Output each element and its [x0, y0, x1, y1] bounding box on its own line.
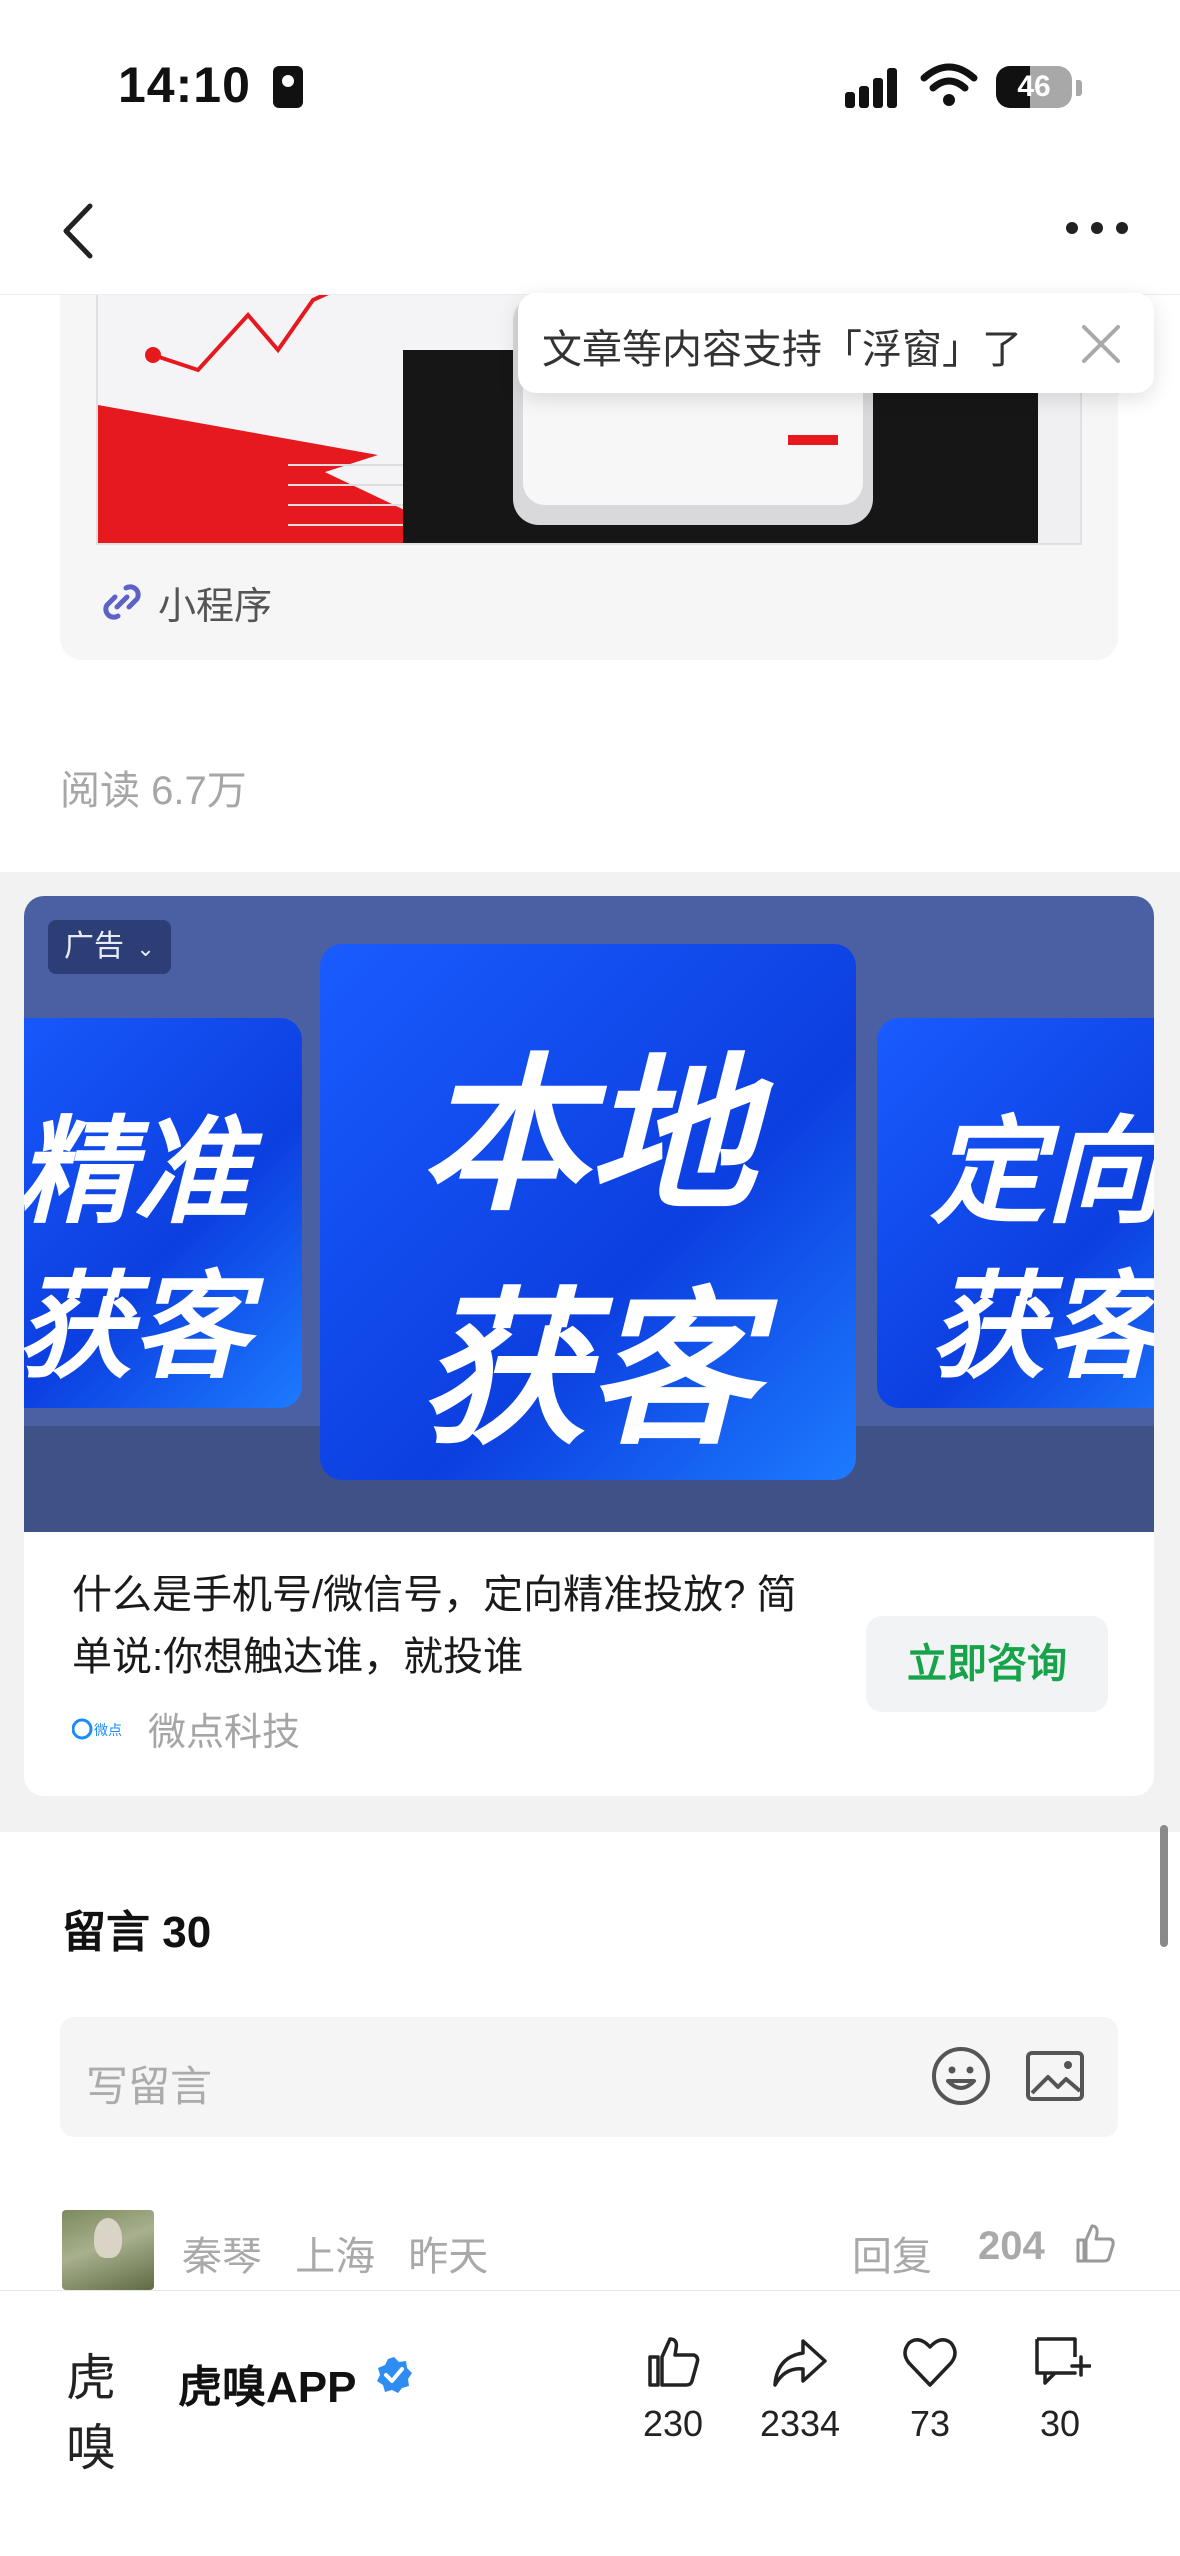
- chevron-down-icon: ⌄: [136, 936, 155, 961]
- ad-cta-button[interactable]: 立即咨询: [866, 1616, 1108, 1712]
- comment-meta: 秦琴 上海 昨天: [182, 2224, 510, 2282]
- battery-cap: [1076, 80, 1082, 96]
- verified-icon: [377, 2357, 412, 2393]
- advertiser-logo-text: 微点: [94, 1723, 122, 1739]
- bottom-bar: 虎嗅 虎嗅APP 230 2334 73 30: [0, 2290, 1180, 2556]
- back-icon[interactable]: [50, 196, 110, 266]
- ad-tile-left-line1: 精准: [24, 1105, 249, 1240]
- mini-program-label: 小程序: [158, 585, 273, 628]
- wifi-icon: [920, 63, 978, 106]
- share-icon: [773, 2339, 827, 2387]
- comment-reply-button[interactable]: 回复: [852, 2224, 932, 2282]
- avatar[interactable]: [62, 2210, 154, 2290]
- ad-tag-label: 广告: [64, 930, 124, 963]
- cellular-signal-icon: [845, 68, 905, 108]
- advertiser-name: 微点科技: [148, 1712, 301, 1754]
- mini-program-label-row: 小程序: [100, 580, 272, 628]
- comments-title: 留言 30: [62, 1908, 212, 1957]
- sim-icon: [273, 66, 303, 108]
- comment-time: 昨天: [408, 2235, 489, 2279]
- ad-card[interactable]: 精准 获客 本地 获客 定向 获客 广告 ⌄ 什么是手机号/微信号，定向精准投放…: [24, 896, 1154, 1796]
- comment-action[interactable]: 30: [995, 2331, 1125, 2445]
- status-time: 14:10: [118, 57, 251, 113]
- floating-window-tip-text: 文章等内容支持「浮窗」了: [542, 328, 1022, 372]
- nav-bar: [0, 170, 1180, 295]
- thumbs-up-icon[interactable]: [1072, 2220, 1118, 2266]
- battery-level: 46: [1017, 70, 1051, 103]
- ad-tile-center-line2: 获客: [420, 1272, 756, 1468]
- ad-tile-right: 定向 获客: [877, 1018, 1154, 1408]
- close-icon[interactable]: [1078, 321, 1124, 367]
- share-count: 2334: [759, 2403, 841, 2444]
- scroll-indicator[interactable]: [1160, 1825, 1168, 1947]
- link-icon: [103, 584, 141, 620]
- comment-location: 上海: [295, 2235, 376, 2279]
- favorite-action[interactable]: 73: [865, 2331, 995, 2445]
- ad-tile-center-line1: 本地: [420, 1038, 756, 1234]
- ad-banner[interactable]: 精准 获客 本地 获客 定向 获客 广告 ⌄: [24, 896, 1154, 1532]
- like-action[interactable]: 230: [608, 2331, 738, 2445]
- comment-add-icon: [1035, 2337, 1091, 2385]
- ad-title[interactable]: 什么是手机号/微信号，定向精准投放? 简单说:你想触达谁，就投谁: [72, 1564, 832, 1688]
- floating-window-tip: 文章等内容支持「浮窗」了: [518, 293, 1154, 393]
- ad-tile-right-line1: 定向: [930, 1105, 1154, 1240]
- heart-icon: [903, 2338, 957, 2387]
- ad-tile-left: 精准 获客: [24, 1018, 302, 1408]
- ad-tile-center: 本地 获客: [320, 944, 856, 1480]
- advertiser-logo-icon: 微点: [72, 1718, 122, 1739]
- ad-tile-right-line2: 获客: [930, 1260, 1154, 1395]
- battery-icon: 46: [996, 66, 1072, 108]
- ad-tag[interactable]: 广告 ⌄: [48, 920, 171, 974]
- like-count: 230: [642, 2403, 704, 2444]
- thumbs-up-icon: [648, 2337, 700, 2387]
- comment-count: 30: [1039, 2403, 1081, 2444]
- comment-input[interactable]: 写留言: [60, 2017, 1118, 2137]
- account-name[interactable]: 虎嗅APP: [178, 2351, 356, 2415]
- image-icon[interactable]: [1024, 2049, 1086, 2103]
- favorite-count: 73: [909, 2403, 951, 2444]
- emoji-icon[interactable]: [930, 2045, 992, 2107]
- share-action[interactable]: 2334: [735, 2331, 865, 2445]
- more-icon[interactable]: [1062, 208, 1132, 248]
- ad-tile-left-line2: 获客: [24, 1260, 249, 1395]
- comment-input-placeholder: 写留言: [86, 2063, 213, 2110]
- ad-advertiser[interactable]: 微点 微点科技: [72, 1701, 300, 1756]
- account-logo[interactable]: 虎嗅: [66, 2343, 146, 2477]
- comment-like-count: 204: [978, 2224, 1045, 2268]
- comment-item: 秦琴 上海 昨天 回复 204: [62, 2210, 1122, 2290]
- comment-user[interactable]: 秦琴: [182, 2235, 262, 2279]
- status-bar: 14:10 46: [0, 0, 1180, 170]
- read-count: 阅读 6.7万: [60, 769, 247, 813]
